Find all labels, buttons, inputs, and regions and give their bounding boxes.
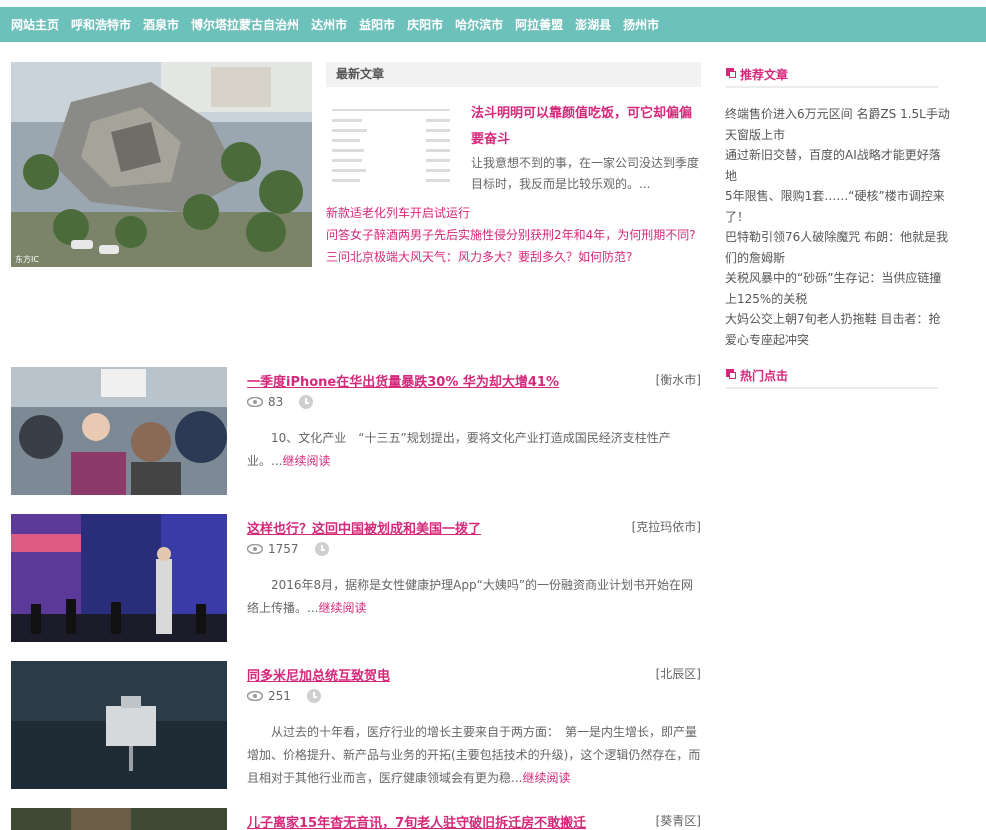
latest-article-desc: 让我意想不到的事，在一家公司没达到季度目标时，我反而是比较乐观的。... <box>471 156 700 191</box>
article-item: 儿子离家15年杳无音讯，7旬老人驻守破旧拆迁房不敢搬迁 [葵青区] <box>11 808 701 830</box>
read-more-link[interactable]: 继续阅读 <box>318 601 366 615</box>
nav-item-penghu[interactable]: 澎湖县 <box>575 16 611 33</box>
read-more-link[interactable]: 继续阅读 <box>282 454 330 468</box>
latest-link[interactable]: 新款适老化列车开启试运行 <box>326 202 706 224</box>
article-title[interactable]: 这样也行？这回中国被划成和美国一拨了 <box>247 518 481 537</box>
nav-item-alxa[interactable]: 阿拉善盟 <box>515 16 563 33</box>
article-thumbnail[interactable] <box>11 514 227 642</box>
recommended-item[interactable]: 通过新旧交替，百度的AI战略才能更好落地 <box>725 145 950 186</box>
article-thumbnail[interactable] <box>11 808 227 830</box>
image-credit: 东方IC <box>15 255 39 264</box>
recommended-list: 终端售价进入6万元区间 名爵ZS 1.5L手动天窗版上市 通过新旧交替，百度的A… <box>725 104 950 350</box>
nav-item-yiyang[interactable]: 益阳市 <box>359 16 395 33</box>
nav-item-harbin[interactable]: 哈尔滨市 <box>455 16 503 33</box>
bookmark-icon <box>726 369 736 379</box>
article-region[interactable]: [克拉玛依市] <box>632 518 701 535</box>
clock-icon <box>314 542 329 556</box>
article-summary: 2016年8月，据称是女性健康护理App“大姨吗”的一份融资商业计划书开始在网络… <box>247 578 694 615</box>
article-region[interactable]: [北辰区] <box>656 665 701 682</box>
article-meta: 1757 <box>247 542 329 556</box>
view-count: 1757 <box>268 542 299 556</box>
read-more-link[interactable]: 继续阅读 <box>522 771 570 785</box>
nav-item-yangzhou[interactable]: 扬州市 <box>623 16 659 33</box>
article-thumbnail[interactable] <box>11 367 227 495</box>
article-title[interactable]: 儿子离家15年杳无音讯，7旬老人驻守破旧拆迁房不敢搬迁 <box>247 812 586 830</box>
latest-link[interactable]: 三问北京极端大风天气：风力多大？要刮多久？如何防范? <box>326 246 706 268</box>
view-count: 251 <box>268 689 291 703</box>
nav-item-home[interactable]: 网站主页 <box>11 16 59 33</box>
article-summary: 10、文化产业 “十三五”规划提出，要将文化产业打造成国民经济支柱性产业。...… <box>247 431 671 468</box>
recommended-heading: 推荐文章 <box>726 64 938 88</box>
article-region[interactable]: [葵青区] <box>656 812 701 829</box>
clock-icon <box>306 689 321 703</box>
recommended-item[interactable]: 5年限售、限购1套……“硬核”楼市调控来了！ <box>725 186 950 227</box>
recommended-item[interactable]: 巴特勒引领76人破除魔咒 布朗：他就是我们的詹姆斯 <box>725 227 950 268</box>
latest-link[interactable]: 问答女子醉酒两男子先后实施性侵分别获刑2年和4年，为何刑期不同? <box>326 224 706 246</box>
article-title[interactable]: 同多米尼加总统互致贺电 <box>247 665 390 684</box>
view-count: 83 <box>268 395 284 409</box>
nav-item-dazhou[interactable]: 达州市 <box>311 16 347 33</box>
article-region[interactable]: [衡水市] <box>656 371 701 388</box>
views-icon <box>247 397 263 407</box>
article-item: 同多米尼加总统互致贺电 [北辰区] 251 从过去的十年看，医疗行业的增长主要来… <box>11 661 701 789</box>
nav-item-qingyang[interactable]: 庆阳市 <box>407 16 443 33</box>
hot-heading: 热门点击 <box>726 365 938 389</box>
article-item: 这样也行？这回中国被划成和美国一拨了 [克拉玛依市] 1757 2016年8月，… <box>11 514 701 642</box>
latest-heading: 最新文章 <box>326 62 701 87</box>
latest-article-title[interactable]: 法斗明明可以靠颜值吃饭，可它却偏偏要奋斗 <box>471 101 701 153</box>
latest-links: 新款适老化列车开启试运行 问答女子醉酒两男子先后实施性侵分别获刑2年和4年，为何… <box>326 202 706 268</box>
article-summary: 从过去的十年看，医疗行业的增长主要来自于两方面： 第一是内生增长，即产量增加、价… <box>247 725 701 785</box>
recommended-item[interactable]: 关税风暴中的“砂砾”生存记：当供应链撞上125%的关税 <box>725 268 950 309</box>
bookmark-icon <box>726 68 736 78</box>
top-nav: 网站主页 呼和浩特市 酒泉市 博尔塔拉蒙古自治州 达州市 益阳市 庆阳市 哈尔滨… <box>0 7 986 42</box>
recommended-item[interactable]: 终端售价进入6万元区间 名爵ZS 1.5L手动天窗版上市 <box>725 104 950 145</box>
recommended-item[interactable]: 大妈公交上朝7旬老人扔拖鞋 目击者：抢爱心专座起冲突 <box>725 309 950 350</box>
views-icon <box>247 691 263 701</box>
article-meta: 83 <box>247 395 314 409</box>
clock-icon <box>299 395 314 409</box>
article-item: 一季度iPhone在华出货量暴跌30% 华为却大增41% [衡水市] 83 10… <box>11 367 701 495</box>
article-thumbnail[interactable] <box>11 661 227 789</box>
article-meta: 251 <box>247 689 321 703</box>
nav-item-jiuquan[interactable]: 酒泉市 <box>143 16 179 33</box>
views-icon <box>247 544 263 554</box>
hero-image[interactable]: 东方IC <box>11 62 312 267</box>
nav-item-hohhot[interactable]: 呼和浩特市 <box>71 16 131 33</box>
article-title[interactable]: 一季度iPhone在华出货量暴跌30% 华为却大增41% <box>247 371 559 390</box>
nav-item-bortala[interactable]: 博尔塔拉蒙古自治州 <box>191 16 299 33</box>
latest-thumbnail[interactable] <box>326 101 456 189</box>
